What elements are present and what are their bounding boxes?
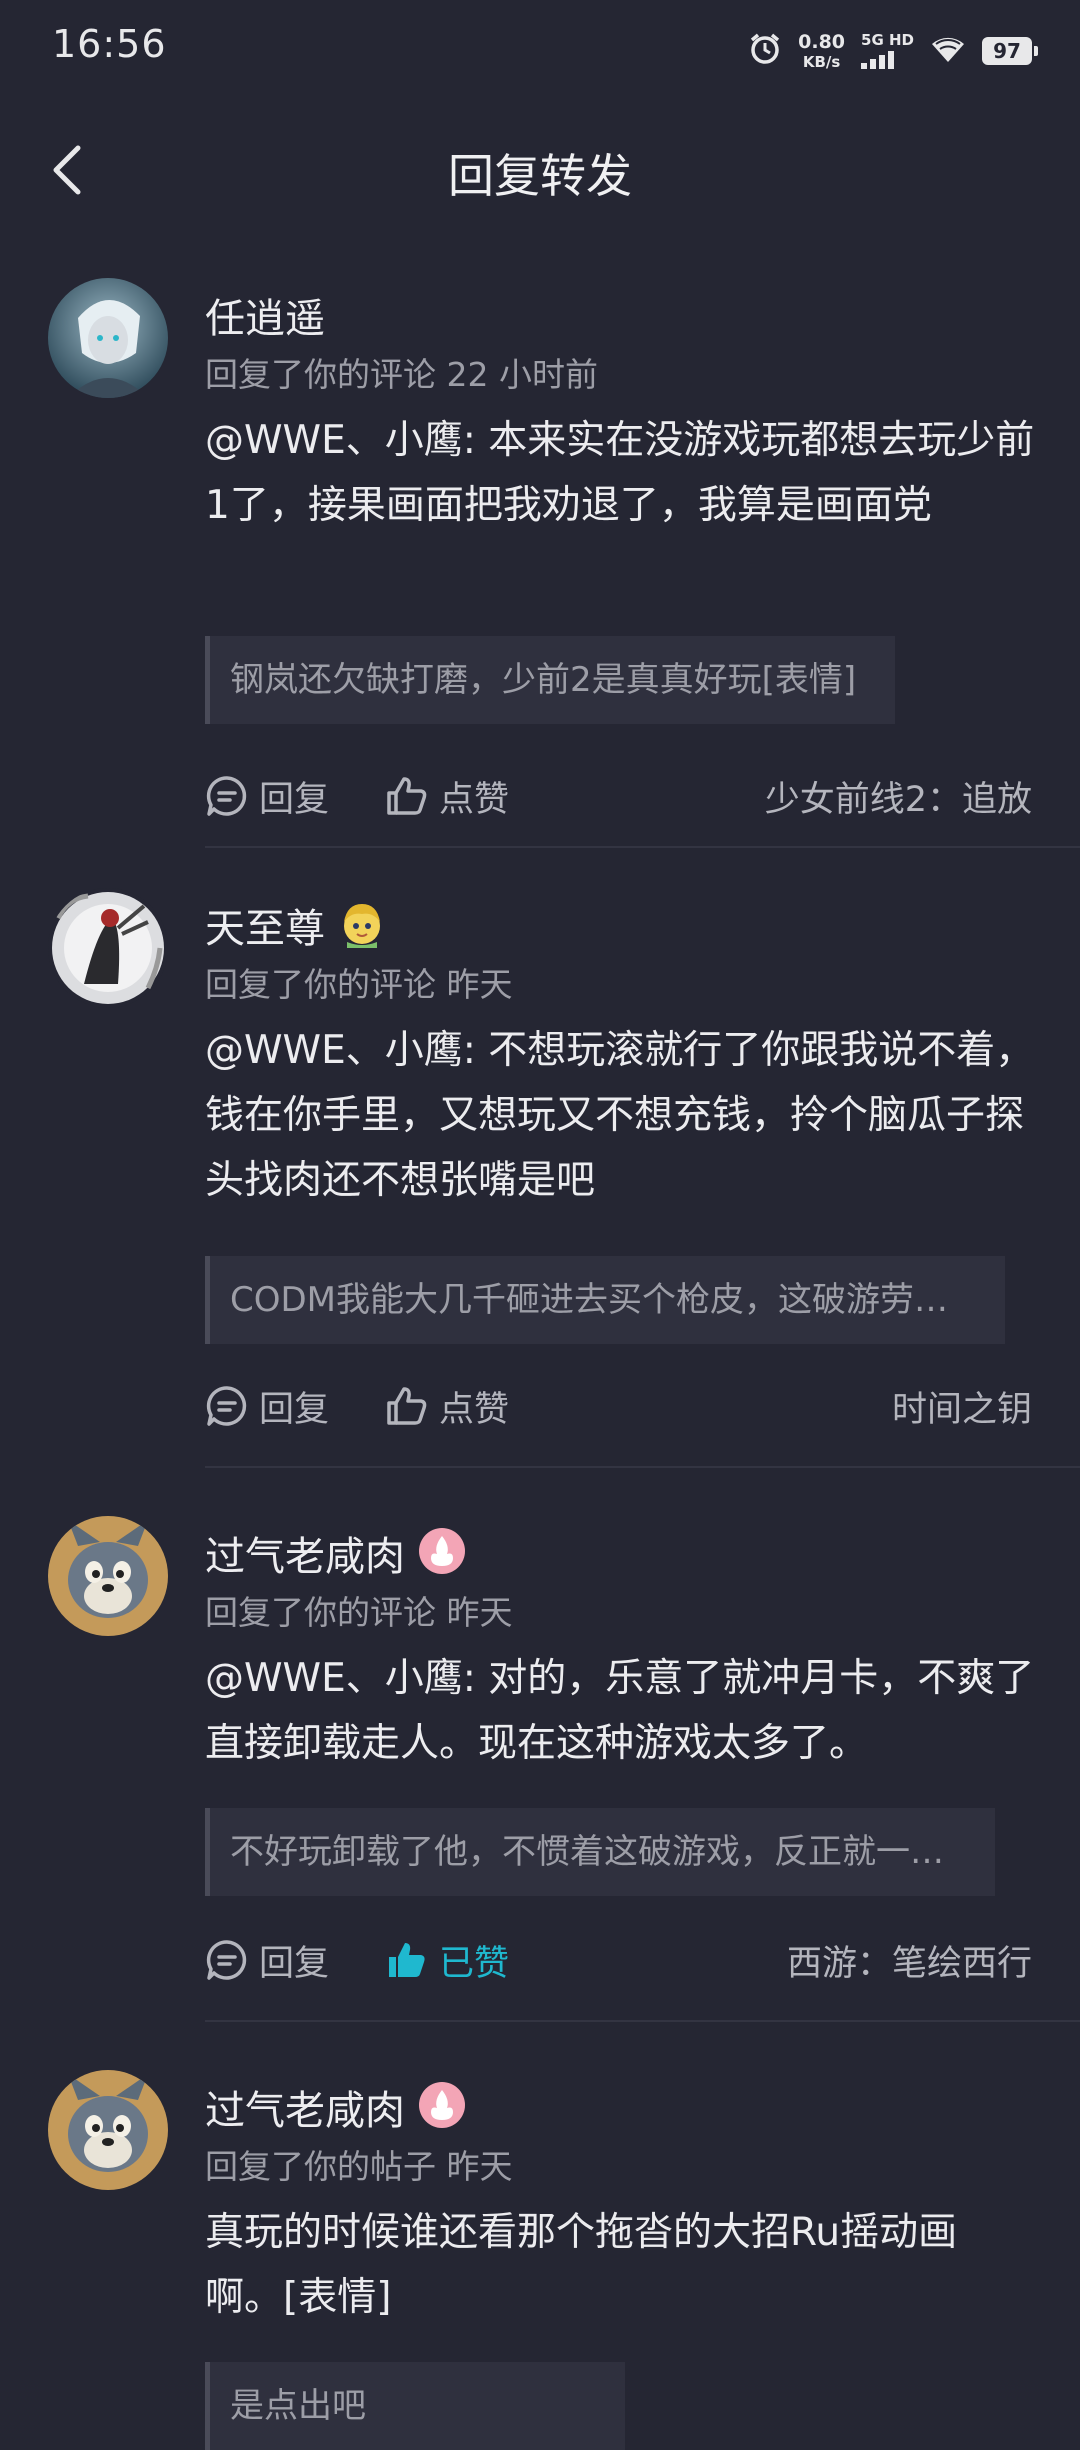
user-name-row: 任逍遥 — [205, 286, 325, 344]
reply-button[interactable]: 回复 — [205, 1935, 329, 1986]
reply-text[interactable]: @WWE、小鹰: 本来实在没游戏玩都想去玩少前1了，接果画面把我劝退了，我算是画… — [205, 408, 1035, 538]
reply-text[interactable]: @WWE、小鹰: 不想玩滚就行了你跟我说不着，钱在你手里，又想玩又不想充钱，拎个… — [205, 1018, 1035, 1213]
game-source-link[interactable]: 西游：笔绘西行 — [787, 1935, 1032, 1986]
avatar[interactable] — [48, 2070, 168, 2190]
action-row: 回复 点赞 时间之钥 — [205, 1376, 1032, 1436]
thumbs-up-icon — [387, 1387, 427, 1425]
avatar[interactable] — [48, 888, 168, 1008]
reply-text[interactable]: @WWE、小鹰: 对的，乐意了就冲月卡，不爽了直接卸载走人。现在这种游戏太多了。 — [205, 1646, 1035, 1776]
alarm-icon — [748, 32, 782, 70]
thumbs-up-filled-icon — [389, 1943, 425, 1977]
action-row: 回复 点赞 少女前线2：追放 — [205, 766, 1032, 826]
quoted-comment[interactable]: 钢岚还欠缺打磨，少前2是真真好玩[表情] — [205, 636, 895, 724]
net-speed-value: 0.80 — [798, 30, 846, 53]
quoted-comment[interactable]: 不好玩卸载了他，不惯着这破游戏，反正就一… — [205, 1808, 995, 1896]
reply-meta: 回复了你的帖子 昨天 — [205, 2147, 513, 2186]
wifi-icon — [930, 34, 966, 68]
reply-button[interactable]: 回复 — [205, 771, 329, 822]
user-name[interactable]: 过气老咸肉 — [205, 1524, 405, 1582]
avatar[interactable] — [48, 278, 168, 398]
user-name[interactable]: 过气老咸肉 — [205, 2078, 405, 2136]
reply-button[interactable]: 回复 — [205, 1381, 329, 1432]
like-button[interactable]: 点赞 — [385, 1381, 509, 1432]
quoted-comment[interactable]: 是点出吧 — [205, 2362, 625, 2450]
user-badge-icon — [417, 1526, 467, 1580]
quoted-comment[interactable]: CODM我能大几千砸进去买个枪皮，这破游劳… — [205, 1256, 1005, 1344]
divider — [205, 1466, 1080, 1468]
comment-icon — [206, 1940, 247, 1980]
top-bar: 回复转发 — [0, 110, 1080, 230]
game-source-link[interactable]: 时间之钥 — [892, 1381, 1032, 1432]
user-name-row: 过气老咸肉 — [205, 1524, 467, 1582]
user-name[interactable]: 天至尊 — [205, 896, 325, 954]
reply-meta: 回复了你的评论 昨天 — [205, 1593, 513, 1632]
reply-label: 回复 — [259, 1943, 330, 1984]
user-badge-icon — [417, 2080, 467, 2134]
comment-icon — [206, 776, 247, 816]
reply-meta: 回复了你的评论 22 小时前 — [205, 355, 598, 394]
status-time: 16:56 — [52, 22, 167, 66]
user-badge-icon — [337, 898, 387, 952]
user-name-row: 过气老咸肉 — [205, 2078, 467, 2136]
signal-label: 5G HD — [861, 31, 914, 49]
liked-button[interactable]: 已赞 — [385, 1935, 509, 1986]
reply-label: 回复 — [259, 1389, 330, 1430]
thumbs-up-icon — [387, 777, 427, 815]
action-row: 回复 已赞 西游：笔绘西行 — [205, 1930, 1032, 1990]
net-speed-unit: KB/s — [802, 52, 841, 71]
divider — [205, 2020, 1080, 2022]
like-button[interactable]: 点赞 — [385, 771, 509, 822]
battery-icon: 97 — [982, 37, 1038, 65]
like-label: 点赞 — [439, 779, 510, 820]
liked-label: 已赞 — [439, 1943, 510, 1984]
signal-icon: 5G HD — [861, 33, 914, 69]
net-speed: 0.80 KB/s — [798, 30, 846, 71]
comment-icon — [206, 1386, 247, 1426]
reply-label: 回复 — [259, 779, 330, 820]
avatar[interactable] — [48, 1516, 168, 1636]
status-bar: 16:56 0.80 KB/s 5G HD 97 — [0, 0, 1080, 100]
user-name-row: 天至尊 — [205, 896, 387, 954]
game-source-link[interactable]: 少女前线2：追放 — [765, 771, 1032, 822]
page-title: 回复转发 — [448, 149, 632, 203]
divider — [205, 846, 1080, 848]
user-name[interactable]: 任逍遥 — [205, 286, 325, 344]
like-label: 点赞 — [439, 1389, 510, 1430]
reply-text[interactable]: 真玩的时候谁还看那个拖沓的大招Ru摇动画啊。[表情] — [205, 2200, 1035, 2330]
status-icons: 0.80 KB/s 5G HD 97 — [748, 26, 1038, 76]
reply-meta: 回复了你的评论 昨天 — [205, 965, 513, 1004]
